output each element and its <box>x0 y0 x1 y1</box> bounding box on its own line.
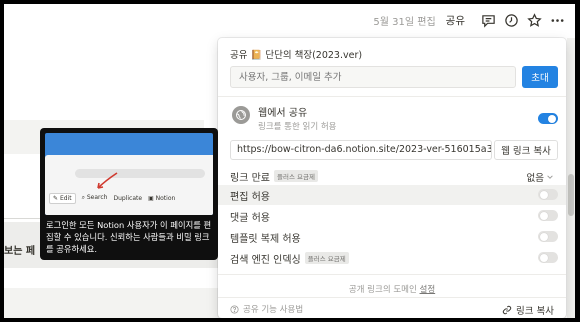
clock-icon[interactable] <box>501 10 521 30</box>
share-popup: 공유 📔 단단의 책장(2023.ver) 초대 웹에서 공유 링크를 통한 읽… <box>218 38 566 318</box>
web-share-toggle[interactable] <box>538 113 558 124</box>
tooltip-illustration: ✎ Edit ⌕ Search Duplicate ▣ Notion <box>45 133 213 215</box>
edit-label: Edit <box>59 194 72 202</box>
allow-edit-toggle[interactable] <box>538 189 558 200</box>
allow-duplicate-toggle[interactable] <box>538 231 558 242</box>
link-expire-label: 링크 만료 <box>230 172 270 184</box>
star-icon[interactable] <box>524 10 544 30</box>
web-share-subtitle: 링크를 통한 읽기 허용 <box>258 122 337 132</box>
learn-sharing-label: 공유 기능 사용법 <box>243 305 304 315</box>
divider <box>218 96 566 97</box>
divider <box>218 297 566 298</box>
copy-link-button[interactable]: 링크 복사 <box>502 303 554 317</box>
page-text: 보는 페 <box>4 246 36 257</box>
plus-plan-badge: 플러스 요금제 <box>304 252 349 264</box>
notion-illustration: ▣ Notion <box>148 194 176 202</box>
allow-edit-label: 편집 허용 <box>230 191 270 203</box>
toolbar-illustration: ✎ Edit ⌕ Search Duplicate ▣ Notion <box>49 191 209 205</box>
allow-duplicate-row[interactable]: 템플릿 복제 허용 <box>218 227 566 247</box>
domain-setting-link[interactable]: 설정 <box>420 285 436 295</box>
link-icon <box>502 305 512 315</box>
domain-note-text: 공개 링크의 도메인 <box>348 285 417 295</box>
allow-comments-label: 댓글 허용 <box>230 212 270 224</box>
page-block <box>4 288 219 318</box>
divider <box>218 274 566 275</box>
help-icon <box>230 304 239 314</box>
search-illustration: ⌕ Search <box>81 194 108 201</box>
duplicate-label: Duplicate <box>113 194 143 202</box>
allow-edit-row[interactable]: 편집 허용 <box>218 185 566 205</box>
public-link-field[interactable]: https://bow-citron-da6.notion.site/2023-… <box>230 140 492 160</box>
search-indexing-label: 검색 엔진 인덱싱 <box>230 254 301 266</box>
allow-edit-tooltip: ✎ Edit ⌕ Search Duplicate ▣ Notion 로그인한 … <box>40 128 218 260</box>
search-indexing-toggle[interactable] <box>538 252 558 263</box>
allow-comments-row[interactable]: 댓글 허용 <box>218 206 566 226</box>
globe-icon <box>232 106 250 124</box>
scrollbar-thumb[interactable] <box>568 174 574 216</box>
tooltip-text: 로그인한 모든 Notion 사용자가 이 페이지를 편집할 수 있습니다. 신… <box>46 220 212 254</box>
share-popup-title: 공유 📔 단단의 책장(2023.ver) <box>230 50 363 61</box>
edit-illustration: ✎ Edit <box>49 192 76 204</box>
allow-comments-toggle[interactable] <box>538 210 558 221</box>
search-indexing-row[interactable]: 검색 엔진 인덱싱 플러스 요금제 <box>218 248 566 268</box>
invite-input[interactable] <box>230 66 516 88</box>
share-button[interactable]: 공유 <box>446 13 465 28</box>
plus-plan-badge: 플러스 요금제 <box>273 170 318 182</box>
browser-illustration: ✎ Edit ⌕ Search Duplicate ▣ Notion <box>45 155 213 215</box>
top-bar: 5월 31일 편집 공유 <box>4 4 575 36</box>
notion-window: 5월 31일 편집 공유 보는 페 공유 📔 단단의 책장(2023.ver) … <box>4 4 575 318</box>
last-edited-text: 5월 31일 편집 <box>373 16 436 28</box>
learn-sharing-link[interactable]: 공유 기능 사용법 <box>230 303 303 315</box>
link-expire-value: 없음 <box>526 173 544 184</box>
link-expire-select[interactable]: 없음 <box>527 170 554 184</box>
search-label: Search <box>86 194 108 201</box>
link-expire-row[interactable]: 링크 만료 플러스 요금제 없음 <box>218 166 566 186</box>
copy-web-link-button[interactable]: 웹 링크 복사 <box>494 140 558 160</box>
invite-button[interactable]: 초대 <box>522 66 558 88</box>
allow-duplicate-label: 템플릿 복제 허용 <box>230 233 301 245</box>
more-icon[interactable] <box>547 10 567 30</box>
arrow-icon <box>97 172 118 189</box>
notion-label: Notion <box>155 194 176 202</box>
comment-icon[interactable] <box>478 10 498 30</box>
domain-note: 공개 링크의 도메인 설정 <box>218 283 566 295</box>
web-share-title: 웹에서 공유 <box>258 108 308 119</box>
copy-link-label: 링크 복사 <box>516 306 554 317</box>
chevron-down-icon <box>547 175 553 179</box>
